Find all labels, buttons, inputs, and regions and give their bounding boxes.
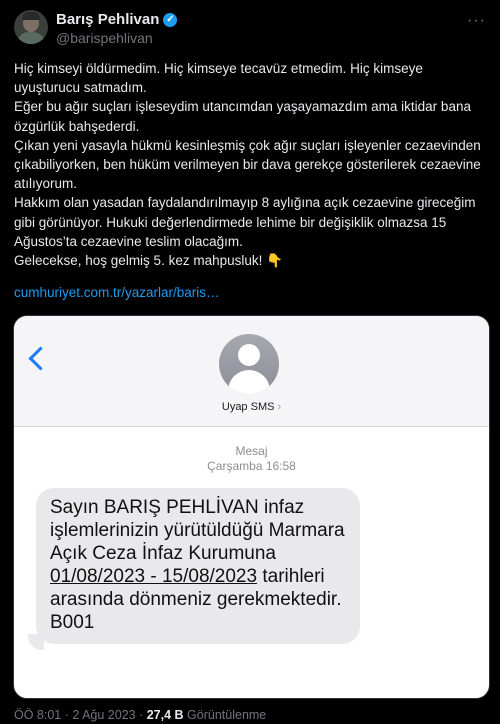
message-bubble: Sayın BARIŞ PEHLİVAN infaz işlemlerinizi… — [36, 488, 360, 644]
views-label: Görüntülenme — [183, 708, 267, 722]
sms-screenshot-image[interactable]: Uyap SMS › Mesaj Çarşamba 16:58 Sayın BAR… — [13, 315, 490, 699]
more-options-icon[interactable]: ··· — [467, 12, 486, 30]
tweet-link[interactable]: cumhuriyet.com.tr/yazarlar/baris… — [14, 285, 220, 300]
chevron-left-icon — [28, 346, 53, 371]
message-dates: 01/08/2023 - 15/08/2023 — [50, 566, 258, 587]
verified-badge-icon: ✓ — [163, 12, 178, 27]
contact-avatar — [219, 334, 279, 394]
views-count: 27,4 B — [146, 708, 184, 722]
message-meta-time: Çarşamba 16:58 — [207, 459, 296, 473]
contact-name: Uyap SMS › — [14, 401, 489, 413]
message-meta-label: Mesaj — [235, 444, 268, 458]
contact-name-label: Uyap SMS — [221, 401, 275, 413]
chevron-right-icon: › — [277, 401, 282, 413]
author-name-row[interactable]: Barış Pehlivan ✓ — [56, 11, 178, 28]
tweet-line: Hiç kimseyi öldürmedim. Hiç kimseye teca… — [14, 61, 423, 96]
timestamp[interactable]: ÖÖ 8:01 · 2 Ağu 2023 · — [14, 708, 147, 722]
tweet-line: Eğer bu ağır suçları işleseydim utancımd… — [14, 99, 471, 134]
sms-header: Uyap SMS › — [14, 316, 489, 427]
author-name[interactable]: Barış Pehlivan — [56, 11, 159, 28]
message-text: Sayın BARIŞ PEHLİVAN infaz işlemlerinizi… — [50, 497, 345, 564]
tweet-text: Hiç kimseyi öldürmedim. Hiç kimseye teca… — [14, 59, 490, 270]
tweet-line: Çıkan yeni yasayla hükmü kesinleşmiş çok… — [14, 137, 481, 192]
tweet-line: Hakkım olan yasadan faydalandırılmayıp 8… — [14, 195, 476, 249]
author-handle[interactable]: @barispehlivan — [56, 30, 153, 46]
tweet-footer: ÖÖ 8:01 · 2 Ağu 2023 · 27,4 B Görüntülen… — [14, 708, 266, 722]
avatar[interactable] — [14, 10, 48, 44]
tweet-line: Gelecekse, hoş gelmiş 5. kez mahpusluk! … — [14, 253, 283, 269]
